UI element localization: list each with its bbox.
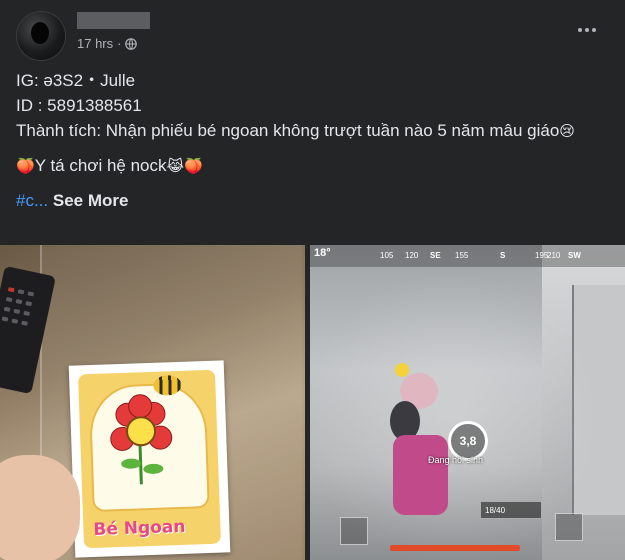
post-timestamp[interactable]: 17 hrs xyxy=(77,36,113,51)
revive-label: Đang hồi sinh xyxy=(428,455,484,465)
meta-separator: · xyxy=(117,36,122,51)
photo-grid: Bé Ngoan 18° 105 120 SE 155 S 195 210 SW xyxy=(0,245,625,560)
hashtag-link[interactable]: #c... xyxy=(16,191,48,210)
photo-card[interactable]: Bé Ngoan xyxy=(0,245,305,560)
health-bar xyxy=(390,545,520,551)
feed-post: 17 hrs · IG: ə3S2・Julle ID : 5891388561 … xyxy=(0,0,625,560)
crying-face-emoji: 😢 xyxy=(559,122,575,140)
peach-emoji-right: 🍑 xyxy=(184,157,203,175)
post-line-id: ID : 5891388561 xyxy=(16,96,142,115)
hud-ping: 18° xyxy=(314,247,331,259)
post-line-more: #c... See More xyxy=(16,188,611,213)
thumb xyxy=(0,455,80,560)
more-horizontal-icon xyxy=(578,28,582,32)
card-title: Bé Ngoan xyxy=(93,516,186,540)
see-more-link[interactable]: See More xyxy=(53,191,129,210)
globe-icon xyxy=(125,37,138,50)
player-character xyxy=(385,373,455,523)
photo-game-screenshot[interactable]: 18° 105 120 SE 155 S 195 210 SW 3,8 Đang… xyxy=(310,245,625,560)
achievement-text: Thành tích: Nhận phiếu bé ngoan không tr… xyxy=(16,121,560,140)
nurse-text: Y tá chơi hệ nock xyxy=(34,156,167,175)
cat-tears-emoji: 😹 xyxy=(166,157,185,175)
post-line-ig: IG: ə3S2・Julle xyxy=(16,71,136,90)
post-line-nurse: 🍑Y tá chơi hệ nock😹🍑 xyxy=(16,153,611,179)
hud-button-right xyxy=(555,513,583,541)
post-body: IG: ə3S2・Julle ID : 5891388561 Thành tíc… xyxy=(16,68,611,213)
avatar[interactable] xyxy=(16,11,66,61)
more-options-button[interactable] xyxy=(573,20,601,40)
hud-button-left xyxy=(340,517,368,545)
post-meta: 17 hrs · xyxy=(77,36,138,51)
author-name-redacted[interactable] xyxy=(77,12,150,29)
post-line-achievement: Thành tích: Nhận phiếu bé ngoan không tr… xyxy=(16,118,611,144)
peach-emoji-left: 🍑 xyxy=(16,157,35,175)
good-kid-card: Bé Ngoan xyxy=(68,360,231,558)
ammo-counter: 18/40 xyxy=(480,501,542,519)
